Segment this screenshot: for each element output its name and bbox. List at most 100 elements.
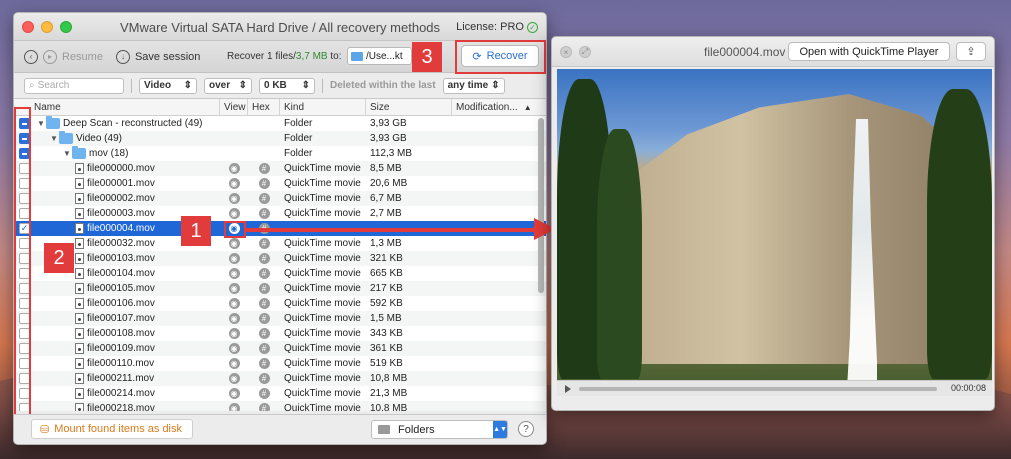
download-icon[interactable]: ↓	[115, 49, 130, 64]
open-quicktime-button[interactable]: Open with QuickTime Player	[788, 42, 950, 61]
eye-icon[interactable]: ◉	[228, 238, 240, 249]
hex-icon[interactable]: #	[258, 373, 270, 384]
fullscreen-preview-button[interactable]: ⤢	[579, 46, 591, 58]
table-row[interactable]: file000214.mov ◉ # QuickTime movie 21,3 MB	[14, 386, 546, 401]
share-icon[interactable]: ⇪	[956, 42, 986, 61]
table-row[interactable]: file000104.mov ◉ # QuickTime movie 665 KB	[14, 266, 546, 281]
movie-file-icon	[75, 328, 84, 339]
eye-icon[interactable]: ◉	[228, 208, 240, 219]
hex-icon[interactable]: #	[258, 193, 270, 204]
close-preview-button[interactable]: ×	[560, 46, 572, 58]
time-filter-select[interactable]: any time ⇕	[442, 77, 505, 94]
disclosure-triangle-icon[interactable]: ▼	[49, 134, 59, 143]
eye-icon[interactable]: ◉	[228, 178, 240, 189]
table-row[interactable]: file000003.mov ◉ # QuickTime movie 2,7 MB	[14, 206, 546, 221]
eye-icon[interactable]: ◉	[228, 283, 240, 294]
eye-icon[interactable]: ◉	[228, 268, 240, 279]
disclosure-triangle-icon[interactable]: ▼	[62, 149, 72, 158]
eye-icon[interactable]: ◉	[228, 388, 240, 399]
kind-cell: QuickTime movie	[284, 283, 361, 294]
hex-icon[interactable]: #	[258, 238, 270, 249]
table-row[interactable]: file000002.mov ◉ # QuickTime movie 6,7 MB	[14, 191, 546, 206]
callout-3: 3	[412, 42, 442, 72]
play-icon[interactable]: ▸	[43, 49, 57, 64]
table-row[interactable]: file000107.mov ◉ # QuickTime movie 1,5 MB	[14, 311, 546, 326]
destination-path-field[interactable]: /Use...kt	[347, 47, 412, 65]
kind-cell: QuickTime movie	[284, 238, 361, 249]
movie-file-icon	[75, 313, 84, 324]
seek-bar[interactable]	[579, 387, 937, 391]
table-row[interactable]: file000218.mov ◉ # QuickTime movie 10,8 MB	[14, 401, 546, 411]
eye-icon[interactable]: ◉	[228, 358, 240, 369]
hex-icon[interactable]: #	[258, 298, 270, 309]
eye-icon[interactable]: ◉	[228, 253, 240, 264]
disclosure-triangle-icon[interactable]: ▼	[36, 119, 46, 128]
back-icon[interactable]: ‹	[24, 49, 38, 64]
chevron-updown-icon: ⇕	[183, 80, 192, 91]
table-row[interactable]: file000106.mov ◉ # QuickTime movie 592 KB	[14, 296, 546, 311]
help-button[interactable]: ?	[518, 421, 534, 437]
column-modification[interactable]: Modification... ▲	[452, 99, 538, 115]
video-preview[interactable]: 00:00:08	[557, 69, 992, 396]
size-cell: 3,93 GB	[370, 133, 407, 144]
eye-icon[interactable]: ◉	[228, 328, 240, 339]
hex-icon[interactable]: #	[258, 358, 270, 369]
hex-icon[interactable]: #	[258, 403, 270, 411]
table-row[interactable]: file000108.mov ◉ # QuickTime movie 343 KB	[14, 326, 546, 341]
search-input[interactable]: ⌕ Search	[24, 77, 124, 94]
hex-icon[interactable]: #	[258, 163, 270, 174]
column-name[interactable]: Name	[14, 99, 220, 115]
column-modification-label: Modification...	[456, 101, 518, 113]
table-row[interactable]: file000110.mov ◉ # QuickTime movie 519 KB	[14, 356, 546, 371]
hex-icon[interactable]: #	[258, 178, 270, 189]
hex-icon[interactable]: #	[258, 313, 270, 324]
table-row[interactable]: ▼ Video (49) Folder 3,93 GB	[14, 131, 546, 146]
scrollbar[interactable]	[538, 118, 544, 293]
table-row[interactable]: file000103.mov ◉ # QuickTime movie 321 KB	[14, 251, 546, 266]
eye-icon[interactable]: ◉	[228, 403, 240, 411]
file-name: file000000.mov	[87, 163, 155, 174]
resume-button[interactable]: Resume	[62, 51, 103, 63]
hex-icon[interactable]: #	[258, 268, 270, 279]
eye-icon[interactable]: ◉	[228, 373, 240, 384]
table-row[interactable]: file000000.mov ◉ # QuickTime movie 8,5 MB	[14, 161, 546, 176]
size-operator-select[interactable]: over ⇕	[204, 77, 252, 94]
play-icon[interactable]	[565, 384, 571, 393]
size-value-select[interactable]: 0 KB ⇕	[259, 77, 315, 94]
column-kind[interactable]: Kind	[280, 99, 366, 115]
size-cell: 20,6 MB	[370, 178, 408, 189]
table-row[interactable]: file000105.mov ◉ # QuickTime movie 217 KB	[14, 281, 546, 296]
save-session-button[interactable]: Save session	[135, 51, 200, 63]
column-view[interactable]: View	[220, 99, 248, 115]
eye-icon[interactable]: ◉	[228, 193, 240, 204]
column-hex[interactable]: Hex	[248, 99, 280, 115]
eye-icon[interactable]: ◉	[228, 298, 240, 309]
video-controls: 00:00:08	[557, 380, 992, 396]
eye-icon[interactable]: ◉	[228, 313, 240, 324]
table-row[interactable]: ▼ Deep Scan - reconstructed (49) Folder 3,9…	[14, 116, 546, 131]
table-row[interactable]: file000211.mov ◉ # QuickTime movie 10,8 MB	[14, 371, 546, 386]
hex-icon[interactable]: #	[258, 343, 270, 354]
hex-icon[interactable]: #	[258, 388, 270, 399]
kind-cell: QuickTime movie	[284, 328, 361, 339]
table-row[interactable]: file000032.mov ◉ # QuickTime movie 1,3 MB	[14, 236, 546, 251]
table-row[interactable]: file000109.mov ◉ # QuickTime movie 361 KB	[14, 341, 546, 356]
view-mode-select[interactable]: Folders ▲▼	[371, 420, 508, 439]
eye-icon[interactable]: ◉	[228, 343, 240, 354]
eye-icon[interactable]: ◉	[228, 163, 240, 174]
hex-cell: #	[248, 236, 280, 251]
hex-cell	[248, 131, 280, 146]
table-row[interactable]: ▼ mov (18) Folder 112,3 MB	[14, 146, 546, 161]
recover-button[interactable]: ⟳ Recover	[461, 45, 539, 67]
kind-cell: QuickTime movie	[284, 253, 361, 264]
kind-cell: QuickTime movie	[284, 193, 361, 204]
column-size[interactable]: Size	[366, 99, 452, 115]
name-cell: file000211.mov	[14, 371, 220, 386]
hex-icon[interactable]: #	[258, 283, 270, 294]
hex-icon[interactable]: #	[258, 253, 270, 264]
hex-icon[interactable]: #	[258, 208, 270, 219]
type-filter-select[interactable]: Video ⇕	[139, 77, 197, 94]
hex-icon[interactable]: #	[258, 328, 270, 339]
mount-disk-button[interactable]: ⛁ Mount found items as disk	[31, 419, 193, 439]
table-row[interactable]: file000001.mov ◉ # QuickTime movie 20,6 MB	[14, 176, 546, 191]
